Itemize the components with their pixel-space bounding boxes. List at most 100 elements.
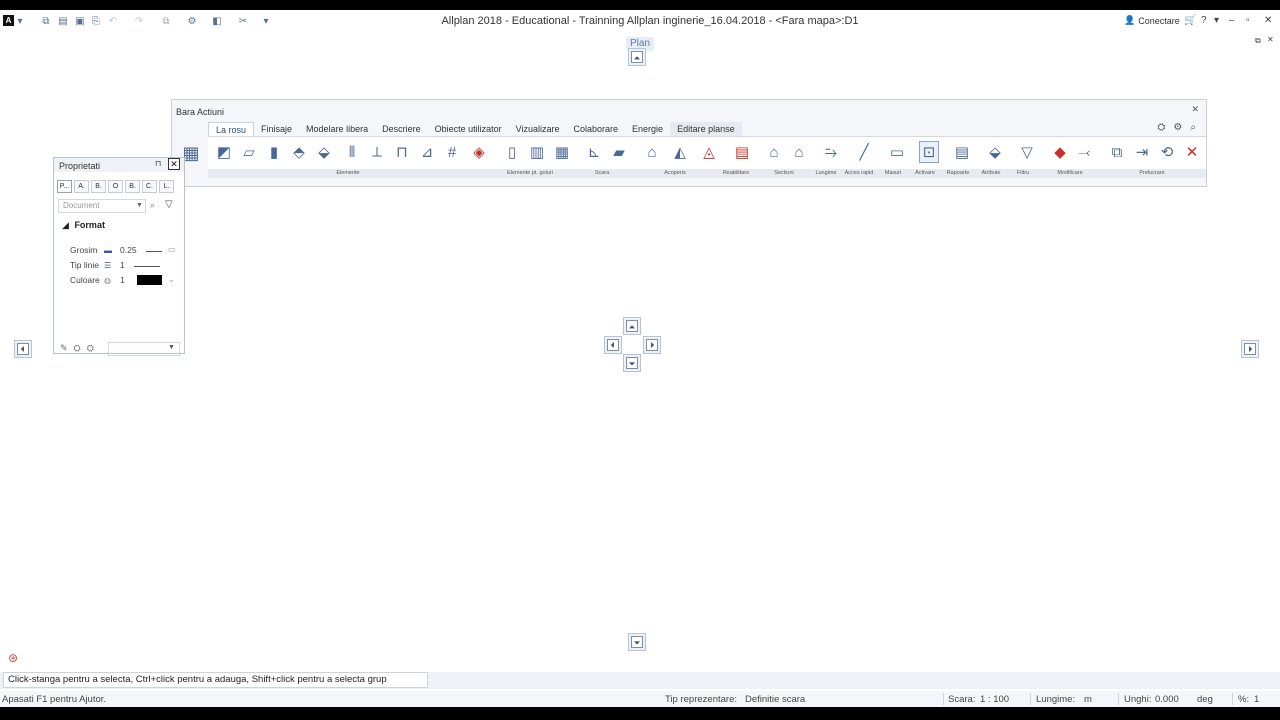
configure-icon[interactable]: ⛭ [1157, 122, 1165, 133]
layout-icon[interactable]: ◧ [211, 15, 223, 27]
close-icon[interactable]: ✕ [168, 158, 180, 170]
undo-icon[interactable]: ↶ [107, 15, 119, 27]
downstand-beam-icon[interactable]: ⬙ [314, 141, 334, 163]
favorites-icon[interactable]: ⛭ [87, 343, 94, 354]
match-properties-icon[interactable]: ⛭ [74, 343, 81, 354]
percent-value[interactable]: 1 [1254, 694, 1259, 705]
prop-tab-properties[interactable]: P... [57, 180, 72, 193]
search-icon[interactable]: ⌕ [1190, 122, 1196, 133]
move-icon[interactable]: ⇥ [1132, 141, 1152, 163]
roof-icon[interactable]: ⌂ [642, 141, 662, 163]
modify-point-icon[interactable]: ⤙ [1074, 141, 1094, 163]
redo-icon[interactable]: ↷ [133, 15, 145, 27]
bottom-dock-button[interactable] [628, 633, 646, 651]
gear-icon[interactable]: ⚙ [1173, 122, 1182, 133]
pipette-icon[interactable]: ✎ [60, 343, 68, 354]
customize-dropdown-icon[interactable]: ▾ [262, 15, 270, 27]
right-dock-button[interactable] [1241, 340, 1259, 358]
filter-icon[interactable]: ▽ [1017, 141, 1037, 163]
line-icon[interactable]: ╱ [854, 141, 874, 163]
close-view-icon[interactable]: ✕ [1267, 35, 1274, 44]
window-opening-icon[interactable]: ▯ [502, 141, 522, 163]
delete-icon[interactable]: ✕ [1182, 141, 1202, 163]
niche-icon[interactable]: ⊿ [417, 141, 437, 163]
new-project-icon[interactable]: ⧉ [40, 15, 52, 27]
tab-colaborare[interactable]: Colaborare [567, 122, 626, 136]
wall-icon[interactable]: ◩ [214, 141, 234, 163]
activate-icon[interactable]: ⊡ [919, 141, 939, 163]
length-icon[interactable]: ⥲ [821, 141, 841, 163]
connect-button[interactable]: 👤 Conectare [1124, 15, 1180, 26]
tab-la-rosu[interactable]: La rosu [208, 122, 255, 136]
left-dock-button[interactable] [14, 340, 32, 358]
tab-energie[interactable]: Energie [625, 122, 670, 136]
column-icon[interactable]: ▮ [264, 141, 284, 163]
restore-view-icon[interactable]: ⧉ [1255, 36, 1261, 46]
center-dock-top[interactable] [623, 317, 641, 335]
pen-thickness-row[interactable]: Grosim ▬ 0.25 ▭ [70, 245, 182, 258]
color-swatch[interactable] [137, 275, 162, 285]
element-properties-icon[interactable]: ◈ [469, 141, 489, 163]
roof-plane-icon[interactable]: ◭ [670, 141, 690, 163]
save-as-icon[interactable]: ⎘ [90, 15, 102, 27]
tab-editare-planse[interactable]: Editare planse [670, 122, 742, 136]
center-dock-right[interactable] [643, 336, 661, 354]
door-icon[interactable]: ⊓ [392, 141, 412, 163]
snap-target-icon[interactable]: ⊛ [8, 651, 18, 665]
stair-icon[interactable]: ⊾ [584, 141, 604, 163]
prop-tab-library[interactable]: B. [91, 180, 106, 193]
eraser-icon[interactable]: ◆ [1050, 141, 1070, 163]
settings-icon[interactable]: ⚙ [186, 15, 198, 27]
open-icon[interactable]: ▤ [57, 15, 69, 27]
reports-icon[interactable]: ▤ [952, 141, 972, 163]
pin-icon[interactable]: ⊓ [155, 159, 161, 168]
cart-icon[interactable]: 🛒 [1184, 15, 1196, 26]
help-icon[interactable]: ? [1201, 15, 1207, 26]
angle-value[interactable]: 0.000 [1155, 694, 1179, 705]
close-window-icon[interactable]: ✕ [1264, 15, 1272, 26]
rotate-icon[interactable]: ⟲ [1157, 141, 1177, 163]
line-pier-icon[interactable]: ⫴ [342, 141, 362, 163]
search-icon[interactable]: ⌕ [150, 200, 155, 211]
tab-vizualizare[interactable]: Vizualizare [509, 122, 567, 136]
prop-tab-assistants[interactable]: A. [74, 180, 89, 193]
format-section[interactable]: ◢ Format [62, 220, 105, 231]
attributes-icon[interactable]: ⬙ [985, 141, 1005, 163]
dormer-icon[interactable]: ◬ [699, 141, 719, 163]
length-value[interactable]: m [1084, 694, 1092, 705]
pen-dropdown-icon[interactable]: ▭ [168, 245, 176, 254]
beam-icon[interactable]: ⬘ [289, 141, 309, 163]
chevron-down-icon[interactable]: ▼ [136, 202, 143, 209]
section-icon[interactable]: ⌂ [764, 141, 784, 163]
section-view-icon[interactable]: ⌂ [789, 141, 809, 163]
chevron-down-icon[interactable]: ▼ [168, 344, 175, 351]
properties-header[interactable]: Proprietati ⊓ ✕ [54, 158, 184, 172]
line-type-row[interactable]: Tip linie ☰ 1 [70, 260, 182, 273]
door-opening-icon[interactable]: ▥ [527, 141, 547, 163]
prop-tab-b2[interactable]: B. [125, 180, 140, 193]
prop-tab-objects[interactable]: O [108, 180, 123, 193]
representation-value[interactable]: Definitie scara [745, 694, 805, 705]
grid-icon[interactable]: # [442, 141, 462, 163]
prop-tab-layers[interactable]: L. [159, 180, 174, 193]
stair-modeler-icon[interactable]: ▰ [609, 141, 629, 163]
prop-tab-c[interactable]: C. [142, 180, 157, 193]
center-dock-bottom[interactable] [623, 354, 641, 372]
scale-value[interactable]: 1 : 100 [980, 694, 1009, 705]
upstand-icon[interactable]: ⟂ [367, 141, 387, 163]
allplan-logo[interactable]: A [3, 15, 14, 26]
maximize-icon[interactable]: ▫ [1246, 15, 1250, 26]
help-dropdown-icon[interactable]: ▾ [1214, 15, 1219, 26]
center-dock-left[interactable] [604, 336, 622, 354]
filter-icon[interactable]: ▽ [165, 199, 173, 210]
measure-icon[interactable]: ▭ [887, 141, 907, 163]
top-dock-button[interactable] [628, 48, 646, 66]
copy-icon[interactable]: ⧉ [160, 15, 172, 27]
save-icon[interactable]: ▣ [74, 15, 86, 27]
angle-unit[interactable]: deg [1197, 694, 1213, 705]
tab-obiecte-utilizator[interactable]: Obiecte utilizator [428, 122, 509, 136]
logo-dropdown-icon[interactable]: ▾ [16, 15, 24, 27]
action-bar-close-icon[interactable]: ✕ [1191, 104, 1199, 115]
recess-icon[interactable]: ▦ [552, 141, 572, 163]
tools-icon[interactable]: ✂ [237, 15, 249, 27]
